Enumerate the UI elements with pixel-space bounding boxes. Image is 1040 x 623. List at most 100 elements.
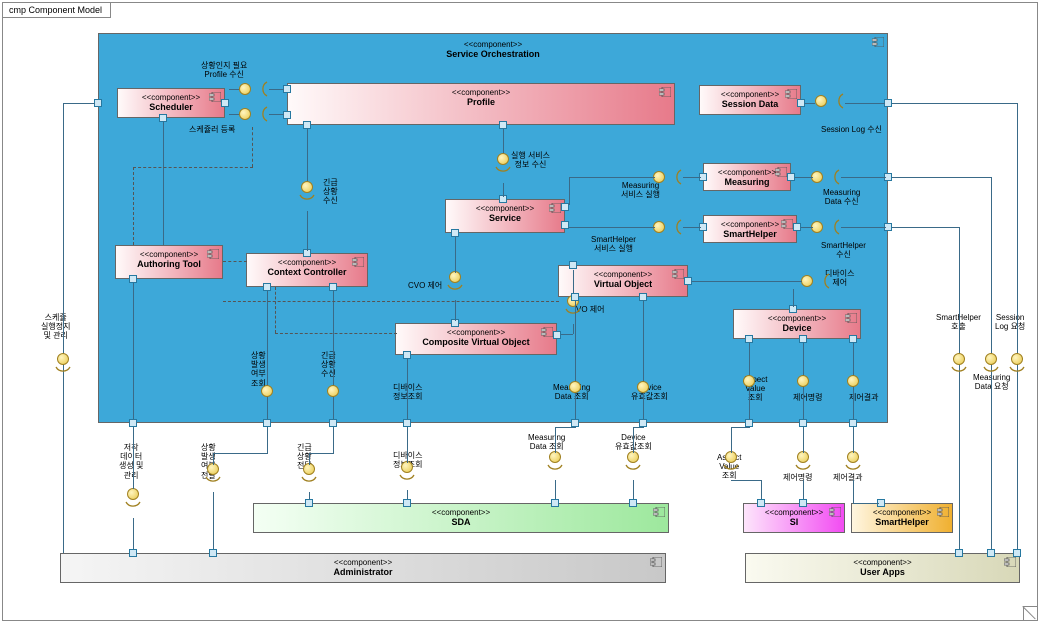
connector (561, 334, 573, 335)
ball-interface (801, 275, 813, 287)
connector (269, 89, 284, 90)
socket-interface (813, 272, 831, 290)
connector (731, 427, 750, 428)
connector (959, 227, 960, 553)
connector (853, 427, 854, 453)
connector (805, 103, 815, 104)
connector (63, 103, 64, 553)
component-scheduler: <<component>>Scheduler (117, 88, 225, 118)
label: 실행 서비스 정보 수신 (511, 151, 550, 169)
port (884, 99, 892, 107)
socket-interface (624, 463, 642, 481)
connector (213, 453, 268, 454)
connector (307, 129, 308, 181)
connector (892, 227, 959, 228)
component-si: <<component>>SI (743, 503, 845, 533)
socket-interface (204, 475, 222, 493)
port (283, 111, 291, 119)
connector (683, 227, 701, 228)
socket-interface (844, 463, 862, 481)
label: SmartHelper 서비스 실행 (591, 235, 636, 253)
connector (633, 427, 644, 428)
socket-interface (665, 218, 683, 236)
connector (569, 227, 655, 228)
component-authoring-tool: <<component>>Authoring Tool (115, 245, 223, 279)
port (799, 335, 807, 343)
connector (853, 480, 854, 503)
ball-interface (57, 353, 69, 365)
ball-interface (815, 95, 827, 107)
socket-interface (794, 463, 812, 481)
label: 제어명령 (793, 393, 822, 402)
connector (455, 237, 456, 273)
port (571, 293, 579, 301)
socket-interface (546, 463, 564, 481)
port (329, 419, 337, 427)
connector (229, 89, 239, 90)
component-sda: <<component>>SDA (253, 503, 669, 533)
ball-interface (953, 353, 965, 365)
connector (333, 291, 334, 423)
label: 긴급 상황 수신 (323, 178, 338, 206)
component-measuring: <<component>>Measuring (703, 163, 791, 191)
label: Measuring Data 수신 (823, 188, 860, 206)
socket-interface (54, 365, 72, 383)
connector (63, 103, 95, 104)
socket-interface (823, 168, 841, 186)
dependency (133, 167, 134, 245)
connector (1017, 103, 1018, 553)
connector (133, 283, 134, 423)
port (757, 499, 765, 507)
component-session-data: <<component>>Session Data (699, 85, 801, 115)
ball-interface (239, 83, 251, 95)
connector (633, 427, 634, 453)
port (987, 549, 995, 557)
port (451, 229, 459, 237)
connector (555, 427, 576, 428)
dependency (275, 287, 276, 333)
dependency (223, 301, 559, 302)
port (561, 203, 569, 211)
label: 스케쥴 실행정지 및 관리 (41, 313, 70, 341)
port (283, 85, 291, 93)
ball-interface (239, 108, 251, 120)
connector (845, 103, 885, 104)
port (129, 275, 137, 283)
component-smarthelper-bottom: <<component>>SmartHelper (851, 503, 953, 533)
socket-interface (823, 218, 841, 236)
connector (267, 291, 268, 423)
port (745, 419, 753, 427)
connector (267, 427, 268, 453)
socket-interface (251, 105, 269, 123)
label: CVO 제어 (408, 281, 442, 290)
ball-interface (569, 381, 581, 393)
connector (692, 281, 802, 282)
connector (555, 427, 556, 453)
label: Measuring 서비스 실행 (621, 181, 660, 199)
connector (503, 183, 504, 197)
socket-interface (1008, 365, 1026, 383)
connector (853, 503, 879, 504)
label: 상황 발생 여부 조회 (251, 351, 266, 388)
connector (213, 492, 214, 552)
label: 스케쥴러 등록 (189, 125, 235, 134)
connector (731, 427, 732, 453)
port (551, 499, 559, 507)
connector (793, 289, 794, 307)
component-profile: <<component>>Profile (287, 83, 675, 125)
connector (892, 103, 1017, 104)
port (793, 223, 801, 231)
connector (133, 518, 134, 553)
ball-interface (985, 353, 997, 365)
ball-interface (797, 375, 809, 387)
port (263, 419, 271, 427)
port (745, 335, 753, 343)
connector (575, 301, 576, 423)
component-composite-virtual-object: <<component>>Composite Virtual Object (395, 323, 557, 355)
port (629, 499, 637, 507)
component-context-controller: <<component>>Context Controller (246, 253, 368, 287)
port (849, 419, 857, 427)
port (569, 261, 577, 269)
port (639, 293, 647, 301)
socket-interface (665, 168, 683, 186)
